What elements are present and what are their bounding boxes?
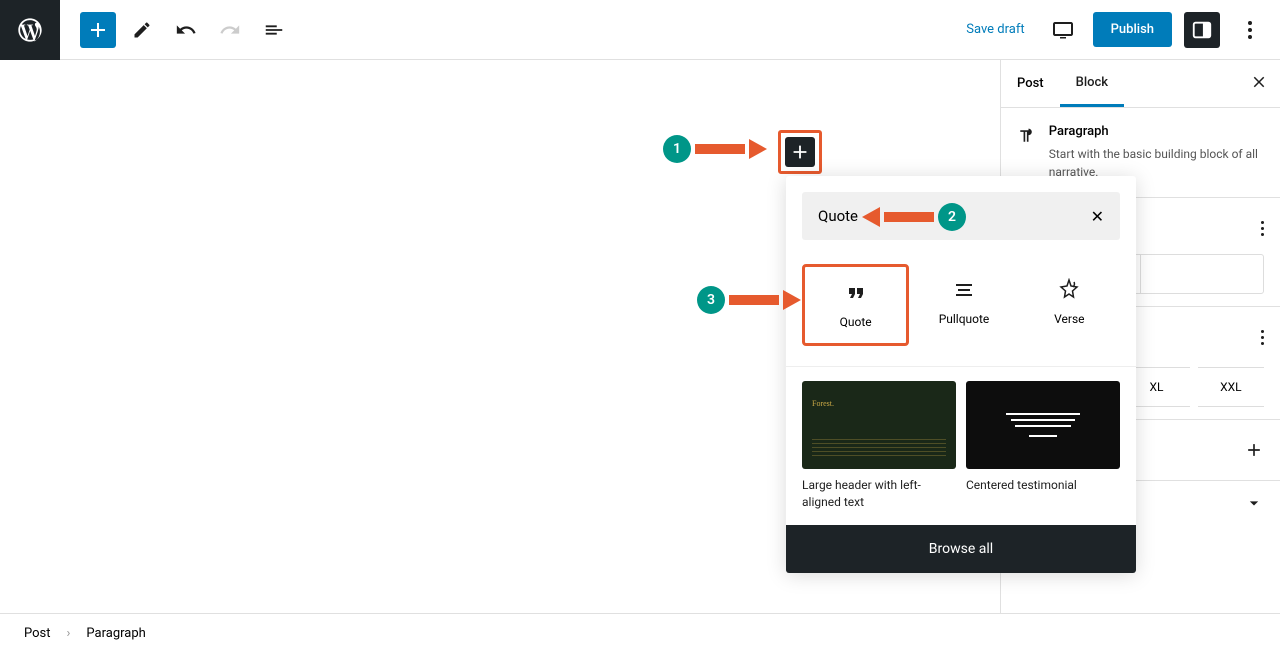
quote-icon [844,281,868,305]
pattern-preview [802,381,956,469]
add-block-button[interactable] [80,12,116,48]
toolbar-right: Save draft Publish [958,12,1280,48]
more-menu-icon[interactable] [1232,12,1268,48]
block-results: Quote Pullquote Verse [786,256,1136,366]
block-pullquote[interactable]: Pullquote [913,264,1014,346]
block-quote[interactable]: Quote [802,264,909,346]
pattern-preview [966,381,1120,469]
block-label: Verse [1054,312,1084,326]
browse-all-button[interactable]: Browse all [786,525,1136,573]
document-outline-icon[interactable] [256,12,292,48]
pattern-results: Large header with left-aligned text Cent… [786,366,1136,525]
block-label: Quote [840,315,872,329]
annotation-marker-1: 1 [663,135,767,163]
save-draft-link[interactable]: Save draft [958,14,1032,45]
annotation-marker-2: 2 [862,203,966,231]
annotation-marker-3: 3 [697,286,801,314]
pattern-label: Large header with left-aligned text [802,477,956,511]
block-verse[interactable]: Verse [1019,264,1120,346]
tab-post[interactable]: Post [1001,62,1060,105]
pattern-label: Centered testimonial [966,477,1120,494]
redo-icon [212,12,248,48]
add-block-inline-button[interactable] [785,137,815,167]
size-xxl-button[interactable]: XXL [1198,367,1264,407]
block-name: Paragraph [1049,124,1264,139]
block-inserter-popover: ✕ Quote Pullquote Verse Large header wit… [786,176,1136,573]
panel-menu-icon[interactable] [1261,330,1264,345]
wordpress-logo[interactable] [0,0,60,60]
pullquote-icon [952,278,976,302]
undo-icon[interactable] [168,12,204,48]
clear-search-icon[interactable]: ✕ [1091,207,1104,226]
preview-device-icon[interactable] [1045,12,1081,48]
tab-block[interactable]: Block [1060,61,1124,107]
breadcrumb-separator: › [67,626,71,641]
verse-icon [1057,278,1081,302]
pattern-item[interactable]: Large header with left-aligned text [802,381,956,511]
toolbar-left [60,12,292,48]
paragraph-icon [1017,124,1037,148]
chevron-down-icon [1244,493,1264,513]
block-label: Pullquote [939,312,990,326]
settings-panel-toggle[interactable] [1184,12,1220,48]
block-appender [778,130,822,174]
sidebar-close-icon[interactable] [1250,73,1268,95]
editor-top-bar: Save draft Publish [0,0,1280,60]
breadcrumb-root[interactable]: Post [24,626,51,641]
panel-menu-icon[interactable] [1261,221,1264,236]
publish-button[interactable]: Publish [1093,12,1172,47]
pattern-item[interactable]: Centered testimonial [966,381,1120,511]
edit-tool-icon[interactable] [124,12,160,48]
add-icon[interactable] [1244,440,1264,460]
breadcrumb: Post › Paragraph [0,613,1280,653]
sidebar-tabs: Post Block [1001,60,1280,108]
breadcrumb-current[interactable]: Paragraph [86,626,145,641]
add-block-inline-highlight [778,130,822,174]
